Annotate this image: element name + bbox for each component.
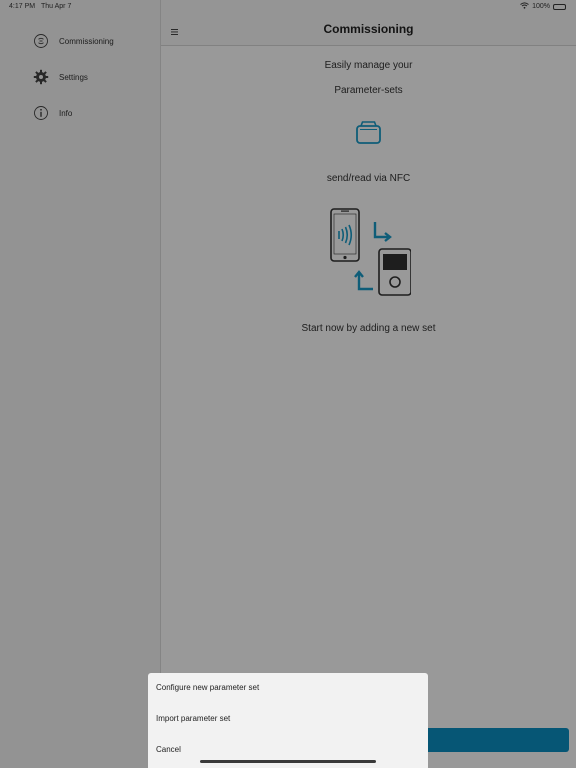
status-bar: 4:17 PM Thu Apr 7 100% [0, 0, 576, 14]
configure-new-parameter-set-option[interactable]: Configure new parameter set [156, 683, 259, 692]
screen: Commissioning Settings Info Commissionin… [0, 0, 576, 768]
wifi-icon [520, 2, 529, 11]
modal-overlay[interactable] [0, 0, 576, 768]
import-parameter-set-option[interactable]: Import parameter set [156, 714, 230, 723]
home-indicator [200, 760, 376, 763]
status-date: Thu Apr 7 [41, 3, 72, 10]
cancel-option[interactable]: Cancel [156, 745, 181, 754]
status-right: 100% [520, 2, 566, 11]
battery-percentage: 100% [532, 3, 550, 10]
battery-icon [553, 3, 566, 10]
action-sheet: Configure new parameter set Import param… [148, 673, 428, 768]
status-time: 4:17 PM [9, 3, 36, 10]
